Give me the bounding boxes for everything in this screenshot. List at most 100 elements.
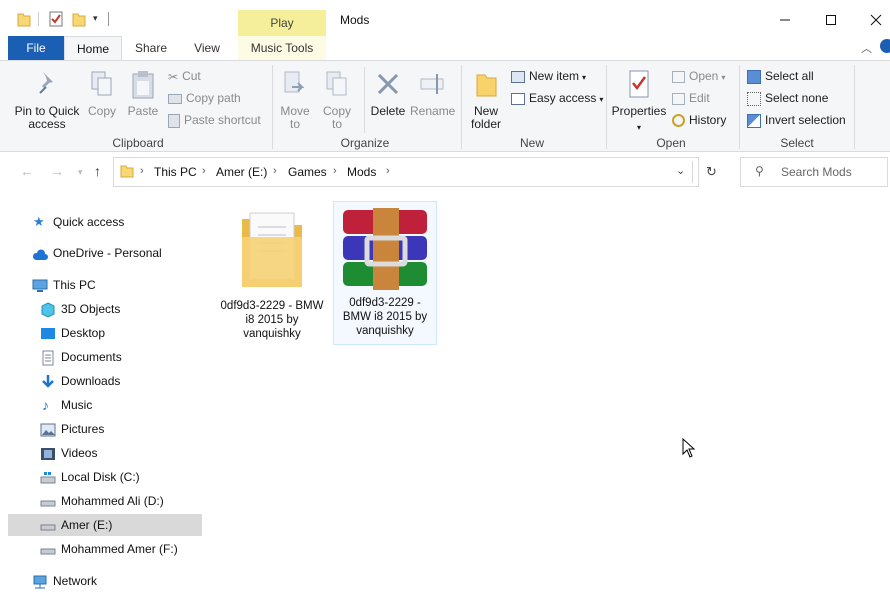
open-button[interactable]: Open ▾ bbox=[672, 67, 725, 85]
nav-item-drive-f[interactable]: Mohammed Amer (F:) bbox=[8, 538, 202, 560]
back-arrow-icon[interactable]: ← bbox=[20, 163, 34, 179]
edit-button[interactable]: Edit bbox=[672, 89, 710, 107]
paste-shortcut-button[interactable]: Paste shortcut bbox=[168, 111, 261, 129]
maximize-button[interactable] bbox=[816, 8, 846, 32]
paste-button[interactable]: Paste bbox=[124, 69, 162, 118]
pin-icon bbox=[39, 72, 53, 94]
cube-3d-icon bbox=[40, 302, 55, 318]
easy-access-button[interactable]: Easy access ▾ bbox=[511, 89, 603, 107]
nav-item-documents[interactable]: Documents bbox=[8, 346, 202, 368]
mouse-cursor-icon bbox=[682, 438, 696, 458]
nav-item-desktop[interactable]: Desktop bbox=[8, 322, 202, 344]
forward-arrow-icon[interactable]: → bbox=[50, 163, 64, 179]
history-button[interactable]: History bbox=[672, 111, 726, 129]
contextual-tab-play: Play bbox=[238, 10, 326, 36]
copy-button[interactable]: Copy bbox=[84, 69, 120, 118]
copy-to-icon bbox=[326, 71, 347, 96]
tab-view[interactable]: View bbox=[183, 36, 231, 60]
properties-button[interactable]: Properties ▾ bbox=[610, 69, 668, 134]
group-label-organize: Organize bbox=[340, 136, 390, 150]
rename-button[interactable]: Rename bbox=[410, 69, 455, 118]
rename-icon bbox=[420, 74, 444, 94]
nav-item-network[interactable]: Network bbox=[8, 570, 202, 592]
nav-item-local-disk-c[interactable]: Local Disk (C:) bbox=[8, 466, 202, 488]
file-item-folder[interactable]: 0df9d3-2229 - BMW i8 2015 by vanquishky bbox=[220, 201, 324, 345]
open-icon bbox=[672, 70, 685, 83]
delete-button[interactable]: Delete bbox=[368, 69, 408, 118]
up-arrow-icon[interactable]: ↑ bbox=[94, 163, 101, 179]
group-label-open: Open bbox=[656, 136, 686, 150]
navigation-bar: ← → ▾ ↑ › This PC › Amer (E:) › Games › … bbox=[0, 153, 890, 191]
address-bar[interactable]: › This PC › Amer (E:) › Games › Mods › ⌄… bbox=[113, 157, 717, 187]
properties-quick-icon[interactable] bbox=[49, 11, 63, 27]
select-none-button[interactable]: Select none bbox=[747, 89, 828, 107]
search-input[interactable]: ⚲ Search Mods bbox=[740, 157, 888, 187]
breadcrumb-mods[interactable]: Mods bbox=[347, 165, 376, 179]
nav-item-pictures[interactable]: Pictures bbox=[8, 418, 202, 440]
select-all-button[interactable]: Select all bbox=[747, 67, 814, 85]
nav-item-videos[interactable]: Videos bbox=[8, 442, 202, 464]
breadcrumb-games[interactable]: Games bbox=[288, 165, 327, 179]
desktop-icon bbox=[40, 326, 55, 340]
music-note-icon: ♪ bbox=[42, 397, 49, 413]
windows-drive-icon bbox=[40, 470, 56, 484]
breadcrumb-this-pc[interactable]: This PC bbox=[154, 165, 197, 179]
paste-shortcut-icon bbox=[168, 113, 180, 128]
invert-selection-icon bbox=[747, 113, 761, 128]
drive-icon bbox=[40, 542, 56, 556]
tab-home[interactable]: Home bbox=[64, 36, 122, 60]
nav-item-quick-access[interactable]: ★ Quick access bbox=[8, 211, 202, 233]
move-to-button[interactable]: Move to bbox=[277, 69, 313, 131]
winrar-archive-icon bbox=[343, 208, 427, 290]
nav-item-3d-objects[interactable]: 3D Objects bbox=[8, 298, 202, 320]
copy-icon bbox=[91, 71, 112, 96]
new-item-icon bbox=[511, 70, 525, 83]
nav-item-music[interactable]: ♪ Music bbox=[8, 394, 202, 416]
title-bar: ▾ Play Mods bbox=[0, 0, 890, 36]
ribbon-tabs: File Home Share View Music Tools ︿ bbox=[0, 36, 890, 60]
folder-icon bbox=[242, 212, 302, 287]
search-icon: ⚲ bbox=[755, 164, 764, 178]
nav-item-drive-e[interactable]: Amer (E:) bbox=[8, 514, 202, 536]
document-icon bbox=[41, 350, 55, 366]
copy-to-button[interactable]: Copy to bbox=[319, 69, 355, 131]
folder-icon bbox=[17, 11, 31, 27]
customize-quick-access-icon[interactable]: ▾ bbox=[93, 13, 98, 24]
close-button[interactable] bbox=[861, 8, 890, 32]
collapse-ribbon-icon[interactable]: ︿ bbox=[861, 40, 872, 56]
new-folder-button[interactable]: New folder bbox=[466, 69, 506, 131]
download-arrow-icon bbox=[40, 374, 54, 388]
group-label-clipboard: Clipboard bbox=[112, 136, 164, 150]
new-item-button[interactable]: New item ▾ bbox=[511, 67, 586, 85]
copy-path-button[interactable]: Copy path bbox=[168, 89, 241, 107]
tab-share[interactable]: Share bbox=[126, 36, 176, 60]
star-icon: ★ bbox=[33, 214, 45, 229]
cut-button[interactable]: ✂ Cut bbox=[168, 67, 201, 85]
tab-music-tools[interactable]: Music Tools bbox=[238, 36, 326, 60]
new-folder-quick-icon[interactable] bbox=[72, 11, 86, 27]
invert-selection-button[interactable]: Invert selection bbox=[747, 111, 846, 129]
pin-to-quick-access-button[interactable]: Pin to Quick access bbox=[10, 69, 84, 131]
nav-item-downloads[interactable]: Downloads bbox=[8, 370, 202, 392]
refresh-icon[interactable]: ↻ bbox=[706, 164, 717, 180]
scissors-icon: ✂ bbox=[168, 69, 179, 84]
recent-locations-icon[interactable]: ▾ bbox=[78, 167, 83, 178]
address-history-chevron-icon[interactable]: ⌄ bbox=[676, 164, 685, 177]
help-icon[interactable] bbox=[880, 39, 890, 53]
drive-icon bbox=[40, 518, 56, 532]
tab-file[interactable]: File bbox=[8, 36, 64, 60]
nav-item-this-pc[interactable]: This PC bbox=[8, 274, 202, 296]
nav-item-onedrive[interactable]: OneDrive - Personal bbox=[8, 242, 202, 264]
minimize-button[interactable] bbox=[770, 8, 800, 32]
navigation-pane: ★ Quick access OneDrive - Personal This … bbox=[0, 191, 205, 600]
file-item-rar-archive[interactable]: 0df9d3-2229 - BMW i8 2015 by vanquishky bbox=[333, 201, 437, 345]
easy-access-icon bbox=[511, 92, 525, 105]
nav-item-drive-d[interactable]: Mohammed Ali (D:) bbox=[8, 490, 202, 512]
move-to-icon bbox=[284, 71, 305, 93]
properties-icon bbox=[629, 70, 649, 98]
copy-path-icon bbox=[168, 93, 182, 104]
group-label-new: New bbox=[519, 136, 544, 150]
cloud-icon bbox=[32, 246, 48, 260]
breadcrumb-amer-e[interactable]: Amer (E:) bbox=[216, 165, 267, 179]
computer-icon bbox=[32, 278, 48, 292]
